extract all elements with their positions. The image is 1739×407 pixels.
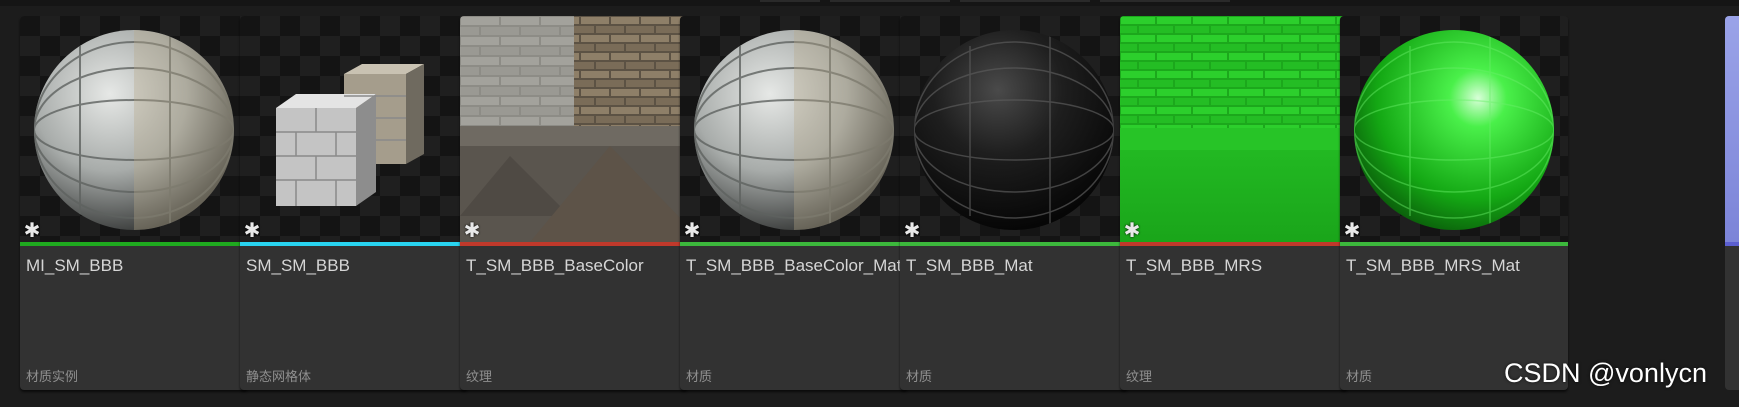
asset-type-color-bar bbox=[240, 242, 468, 246]
asset-type-color-bar bbox=[900, 242, 1128, 246]
asset-type-label: 材质 bbox=[1346, 370, 1373, 385]
asset-name: T_SM_BBB_BaseColor bbox=[466, 256, 644, 275]
asset-badge-icon: ✱ bbox=[23, 218, 41, 242]
asset-type-color-bar bbox=[680, 242, 908, 246]
asset-type-color-bar bbox=[460, 242, 688, 246]
asset-thumbnail bbox=[680, 16, 908, 242]
asset-tile[interactable]: ✱ T_SM_BBB_BaseColor 纹理 bbox=[460, 16, 688, 390]
asset-type-label: 材质 bbox=[906, 370, 933, 385]
asset-badge-icon: ✱ bbox=[463, 218, 481, 242]
asset-badge-icon: ✱ bbox=[903, 218, 921, 242]
asset-type-color-bar bbox=[20, 242, 248, 246]
asset-thumbnail bbox=[1725, 16, 1739, 242]
asset-name: T_SM_BBB_MRS bbox=[1126, 256, 1263, 275]
top-scroll-strip bbox=[0, 0, 1739, 6]
asset-thumbnail bbox=[1340, 16, 1568, 242]
asset-thumbnail bbox=[240, 16, 468, 242]
asset-badge-icon: ✱ bbox=[1343, 218, 1361, 242]
asset-type-color-bar bbox=[1340, 242, 1568, 246]
asset-type-color-bar bbox=[1725, 242, 1739, 246]
asset-type-label: 纹理 bbox=[1126, 370, 1153, 385]
asset-type-label: 纹理 bbox=[466, 370, 493, 385]
asset-thumbnail bbox=[900, 16, 1128, 242]
asset-name: T_SM_BBB_BaseColor_Mat bbox=[686, 256, 902, 275]
asset-tile[interactable]: ✱ SM_SM_BBB 静态网格体 bbox=[240, 16, 468, 390]
asset-type-label: 静态网格体 bbox=[246, 370, 312, 385]
asset-tile[interactable]: ✱ T_SM_BBB_MRS_Mat 材质 bbox=[1340, 16, 1568, 390]
asset-tile[interactable]: ✱ MI_SM_BBB 材质实例 bbox=[20, 16, 248, 390]
asset-name: SM_SM_BBB bbox=[246, 256, 350, 275]
asset-badge-icon: ✱ bbox=[683, 218, 701, 242]
asset-name: T_SM_BBB_MRS_Mat bbox=[1346, 256, 1520, 275]
asset-thumbnail bbox=[20, 16, 248, 242]
asset-name: MI_SM_BBB bbox=[26, 256, 124, 275]
asset-badge-icon: ✱ bbox=[1123, 218, 1141, 242]
asset-badge-icon: ✱ bbox=[243, 218, 261, 242]
watermark-text: CSDN @vonlycn bbox=[1504, 358, 1707, 388]
asset-tile[interactable]: ✱ T_SM_BBB_MRS 纹理 bbox=[1120, 16, 1348, 390]
asset-tile[interactable]: ✱ T_SM_BBB_BaseColor_Mat 材质 bbox=[680, 16, 908, 390]
asset-type-label: 材质 bbox=[686, 370, 713, 385]
asset-name: T_SM_BBB_Mat bbox=[906, 256, 1033, 275]
asset-tile-partial[interactable] bbox=[1725, 16, 1739, 390]
asset-grid: ✱ MI_SM_BBB 材质实例 ✱ SM_SM_BBB 静态网格体 ✱ T_S… bbox=[20, 16, 1739, 390]
asset-type-label: 材质实例 bbox=[26, 370, 79, 385]
asset-thumbnail bbox=[1120, 16, 1348, 242]
asset-type-color-bar bbox=[1120, 242, 1348, 246]
content-browser-asset-view: ✱ MI_SM_BBB 材质实例 ✱ SM_SM_BBB 静态网格体 ✱ T_S… bbox=[0, 0, 1739, 407]
asset-thumbnail bbox=[460, 16, 688, 242]
asset-tile[interactable]: ✱ T_SM_BBB_Mat 材质 bbox=[900, 16, 1128, 390]
